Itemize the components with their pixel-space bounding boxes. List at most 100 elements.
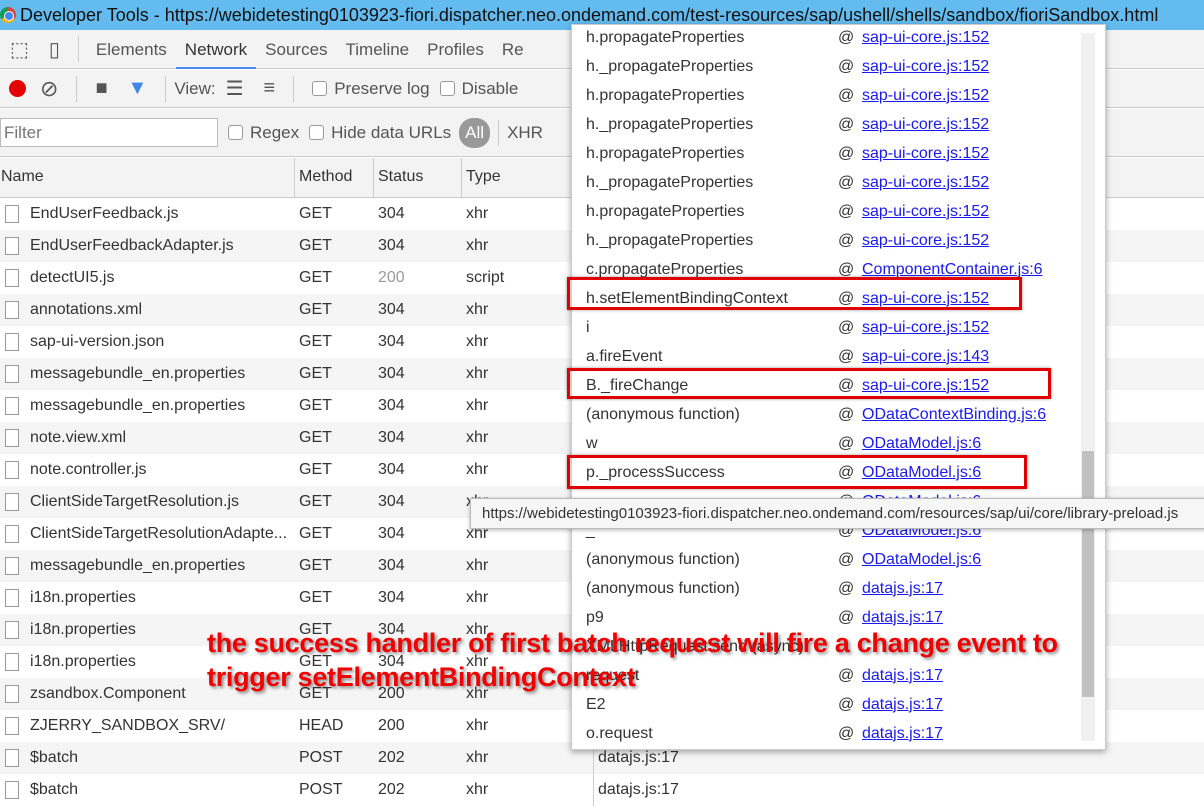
stack-frame: h.propagateProperties @ sap-ui-core.js:152 [586, 25, 989, 52]
source-link[interactable]: sap-ui-core.js:143 [862, 348, 989, 366]
file-icon [5, 365, 19, 383]
divider [293, 75, 295, 102]
method-cell: GET [299, 557, 332, 574]
clear-icon[interactable]: ⊘ [40, 76, 68, 102]
source-link[interactable]: sap-ui-core.js:152 [862, 232, 989, 250]
request-name: i18n.properties [30, 589, 136, 606]
record-button[interactable] [9, 80, 26, 97]
file-icon [5, 525, 19, 543]
source-link[interactable]: datajs.js:17 [862, 580, 943, 598]
at-symbol: @ [838, 173, 855, 191]
chrome-icon [0, 7, 16, 23]
method-cell: GET [299, 525, 332, 542]
method-cell: POST [299, 781, 343, 798]
file-icon [5, 301, 19, 319]
source-link[interactable]: sap-ui-core.js:152 [862, 145, 989, 163]
method-cell: GET [299, 365, 332, 382]
tab-profiles[interactable]: Profiles [418, 30, 493, 69]
source-link[interactable]: ODataModel.js:6 [862, 435, 981, 453]
source-link[interactable]: datajs.js:17 [862, 725, 943, 743]
highlight-box [567, 277, 1022, 310]
regex-checkbox[interactable] [228, 125, 243, 140]
device-mode-icon[interactable]: ▯ [39, 37, 70, 62]
filter-xhr-button[interactable]: XHR [507, 123, 543, 143]
source-link[interactable]: ComponentContainer.js:6 [862, 261, 1043, 279]
annotation-line: the success handler of first batch reque… [207, 628, 1058, 658]
source-link[interactable]: ODataContextBinding.js:6 [862, 406, 1046, 424]
highlight-box [567, 455, 1027, 489]
name-cell: annotations.xml [0, 301, 295, 319]
source-link[interactable]: sap-ui-core.js:152 [862, 58, 989, 76]
file-icon [5, 269, 19, 287]
method-cell: GET [299, 429, 332, 446]
scrollbar-thumb[interactable] [1082, 451, 1094, 697]
at-symbol: @ [838, 231, 855, 249]
source-link[interactable]: sap-ui-core.js:152 [862, 116, 989, 134]
filter-all-button[interactable]: All [459, 117, 491, 148]
at-symbol: @ [838, 115, 855, 133]
function-name: h._propagateProperties [586, 173, 754, 191]
source-link[interactable]: datajs.js:17 [862, 696, 943, 714]
at-symbol: @ [838, 579, 855, 597]
video-camera-icon[interactable]: ■ [85, 77, 117, 100]
function-name: h.propagateProperties [586, 202, 745, 220]
method-cell: GET [299, 333, 332, 350]
file-icon [5, 205, 19, 223]
stack-frame: h._propagateProperties @ sap-ui-core.js:15… [586, 52, 989, 81]
hide-data-urls-checkbox[interactable] [309, 125, 325, 140]
file-icon [5, 461, 19, 479]
window-title: Developer Tools - https://webidetesting0… [20, 4, 1159, 25]
source-link[interactable]: sap-ui-core.js:152 [862, 29, 989, 47]
function-name: (anonymous function) [586, 405, 740, 423]
preserve-log-checkbox[interactable] [312, 81, 328, 96]
stack-frame: h.propagateProperties @ sap-ui-core.js:152 [586, 81, 989, 110]
popup-scrollbar[interactable] [1081, 33, 1095, 741]
disable-cache-checkbox[interactable] [439, 81, 455, 96]
method-cell: GET [299, 397, 332, 414]
source-link[interactable]: ODataModel.js:6 [862, 551, 981, 569]
source-link[interactable]: sap-ui-core.js:152 [862, 87, 989, 105]
column-name[interactable]: Name [0, 158, 295, 197]
source-link[interactable]: sap-ui-core.js:152 [862, 174, 989, 192]
request-name: $batch [30, 781, 79, 798]
at-symbol: @ [838, 550, 855, 568]
stack-frame: (anonymous function) @ ODataContextBinding… [586, 400, 1046, 429]
function-name: c.propagateProperties [586, 260, 744, 278]
name-cell: ClientSideTargetResolution.js [0, 493, 295, 511]
tab-sources[interactable]: Sources [256, 30, 336, 69]
table-row[interactable]: $batch POST 202 xhr datajs.js:17 [0, 774, 1204, 806]
column-status[interactable]: Status [374, 158, 462, 197]
annotation-line: trigger setElementBindingContext [207, 662, 636, 692]
function-name: a.fireEvent [586, 347, 663, 365]
inspect-icon[interactable]: ⬚ [0, 37, 39, 62]
stack-frame: h._propagateProperties @ sap-ui-core.js:15… [586, 226, 989, 255]
at-symbol: @ [838, 724, 855, 742]
source-link[interactable]: sap-ui-core.js:152 [862, 203, 989, 221]
name-cell: messagebundle_en.properties [0, 365, 295, 383]
status-cell: 304 [378, 397, 405, 414]
function-name: E2 [586, 695, 606, 713]
divider [165, 75, 167, 102]
at-symbol: @ [838, 57, 855, 75]
stack-frame: (anonymous function) @ datajs.js:17 [586, 574, 943, 603]
at-symbol: @ [838, 405, 855, 423]
function-name: h.propagateProperties [586, 28, 745, 46]
filter-input[interactable] [0, 118, 218, 147]
tab-elements[interactable]: Elements [87, 30, 176, 69]
source-link[interactable]: sap-ui-core.js:152 [862, 319, 989, 337]
at-symbol: @ [838, 347, 855, 365]
list-view-icon[interactable]: ☰ [216, 76, 254, 101]
status-cell: 202 [378, 749, 405, 766]
waterfall-view-icon[interactable]: ≡ [254, 77, 286, 100]
status-cell: 304 [378, 525, 405, 542]
tab-network[interactable]: Network [175, 30, 257, 69]
column-method[interactable]: Method [295, 158, 374, 197]
source-link[interactable]: datajs.js:17 [862, 609, 943, 627]
name-cell: note.controller.js [0, 461, 295, 479]
stack-frame: h.propagateProperties @ sap-ui-core.js:152 [586, 197, 989, 226]
tab-timeline[interactable]: Timeline [337, 30, 419, 69]
filter-icon[interactable]: ▼ [118, 77, 158, 100]
tab-resources[interactable]: Re [493, 30, 533, 69]
at-symbol: @ [838, 434, 855, 452]
initiator-cell[interactable]: datajs.js:17 [593, 774, 679, 806]
